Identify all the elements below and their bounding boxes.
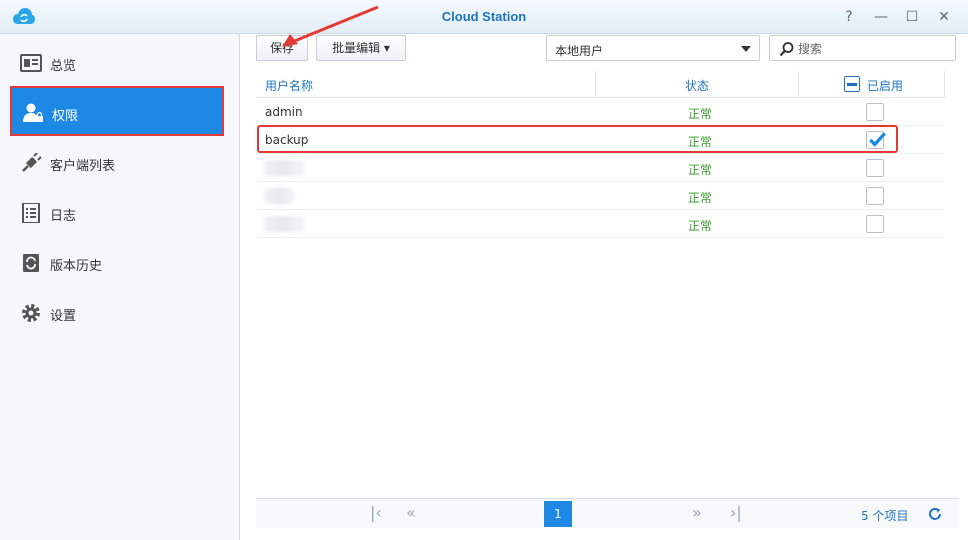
select-all-checkbox[interactable] — [844, 76, 860, 92]
username-cell: backup — [265, 133, 309, 147]
search-box[interactable] — [769, 35, 956, 61]
enabled-checkbox[interactable] — [866, 131, 887, 149]
next-page-button[interactable]: » — [692, 505, 702, 521]
username-cell: admin — [265, 105, 303, 119]
pagination-bar: |‹ « 1 » ›| 5 个项目 — [256, 498, 958, 528]
overview-icon — [20, 54, 42, 72]
log-icon — [22, 203, 40, 223]
maximize-button[interactable]: ☐ — [904, 9, 920, 25]
sidebar-item-label: 日志 — [50, 209, 77, 224]
status-cell: 正常 — [688, 135, 713, 149]
user-type-value: 本地用户 — [555, 44, 604, 58]
sidebar-item-label: 版本历史 — [50, 259, 103, 274]
sidebar-item-settings[interactable]: 设置 — [10, 288, 224, 338]
user-type-select[interactable]: 本地用户 — [546, 35, 760, 61]
window-title: Cloud Station — [441, 9, 527, 24]
enabled-checkbox[interactable] — [866, 159, 884, 177]
prev-page-button[interactable]: « — [406, 505, 416, 521]
caret-down-icon — [741, 46, 751, 52]
close-button[interactable]: ✕ — [936, 9, 952, 25]
gear-icon — [22, 304, 40, 322]
column-divider — [595, 71, 596, 98]
minimize-button[interactable]: — — [873, 9, 889, 25]
plug-icon — [22, 153, 42, 172]
redacted-username — [264, 188, 294, 204]
column-header-enabled[interactable]: 已启用 — [867, 77, 903, 94]
sidebar-item-label: 设置 — [50, 309, 77, 324]
sidebar-item-label: 客户端列表 — [50, 159, 116, 174]
enabled-checkbox[interactable] — [866, 187, 884, 205]
first-page-button[interactable]: |‹ — [370, 505, 382, 521]
table-row[interactable]: 正常 — [256, 182, 944, 210]
sidebar-item-overview[interactable]: 总览 — [10, 38, 224, 88]
sidebar: 总览 权限 客户端列表 日志 版本历史 设置 — [0, 34, 240, 540]
save-button[interactable]: 保存 — [256, 35, 308, 61]
column-header-username[interactable]: 用户名称 — [265, 77, 313, 94]
sidebar-item-version-history[interactable]: 版本历史 — [10, 238, 224, 288]
sidebar-item-client-list[interactable]: 客户端列表 — [10, 138, 224, 188]
batch-edit-button[interactable]: 批量编辑 ▾ — [316, 35, 406, 61]
column-header-status[interactable]: 状态 — [685, 77, 709, 94]
title-bar: Cloud Station ? — ☐ ✕ — [0, 0, 968, 34]
table-header: 用户名称 状态 已启用 — [256, 71, 945, 98]
table-row[interactable]: 正常 — [256, 154, 944, 182]
last-page-button[interactable]: ›| — [730, 505, 742, 521]
search-input[interactable] — [798, 40, 948, 58]
status-cell: 正常 — [688, 107, 713, 121]
sidebar-item-log[interactable]: 日志 — [10, 188, 224, 238]
column-divider — [798, 71, 799, 98]
current-page[interactable]: 1 — [544, 501, 572, 527]
enabled-checkbox[interactable] — [866, 103, 884, 121]
checkmark-icon — [869, 132, 887, 147]
user-lock-icon — [23, 103, 43, 122]
history-icon — [23, 254, 39, 272]
refresh-icon[interactable] — [927, 506, 943, 522]
enabled-checkbox[interactable] — [866, 215, 884, 233]
main-panel: 保存 批量编辑 ▾ 本地用户 用户名称 状态 已启用 admin 正常 back… — [241, 34, 968, 540]
search-icon — [779, 42, 794, 57]
table-row[interactable]: admin 正常 — [256, 98, 944, 126]
help-button[interactable]: ? — [841, 9, 857, 25]
redacted-username — [264, 216, 304, 232]
item-count: 5 个项目 — [861, 509, 909, 523]
status-cell: 正常 — [688, 219, 713, 233]
column-divider — [944, 71, 945, 98]
sidebar-item-label: 权限 — [52, 109, 79, 124]
sidebar-item-label: 总览 — [50, 59, 77, 74]
table-row[interactable]: 正常 — [256, 210, 944, 238]
table-row[interactable]: backup 正常 — [256, 126, 944, 154]
redacted-username — [264, 160, 304, 176]
sidebar-item-permissions[interactable]: 权限 — [10, 86, 224, 136]
status-cell: 正常 — [688, 191, 713, 205]
status-cell: 正常 — [688, 163, 713, 177]
